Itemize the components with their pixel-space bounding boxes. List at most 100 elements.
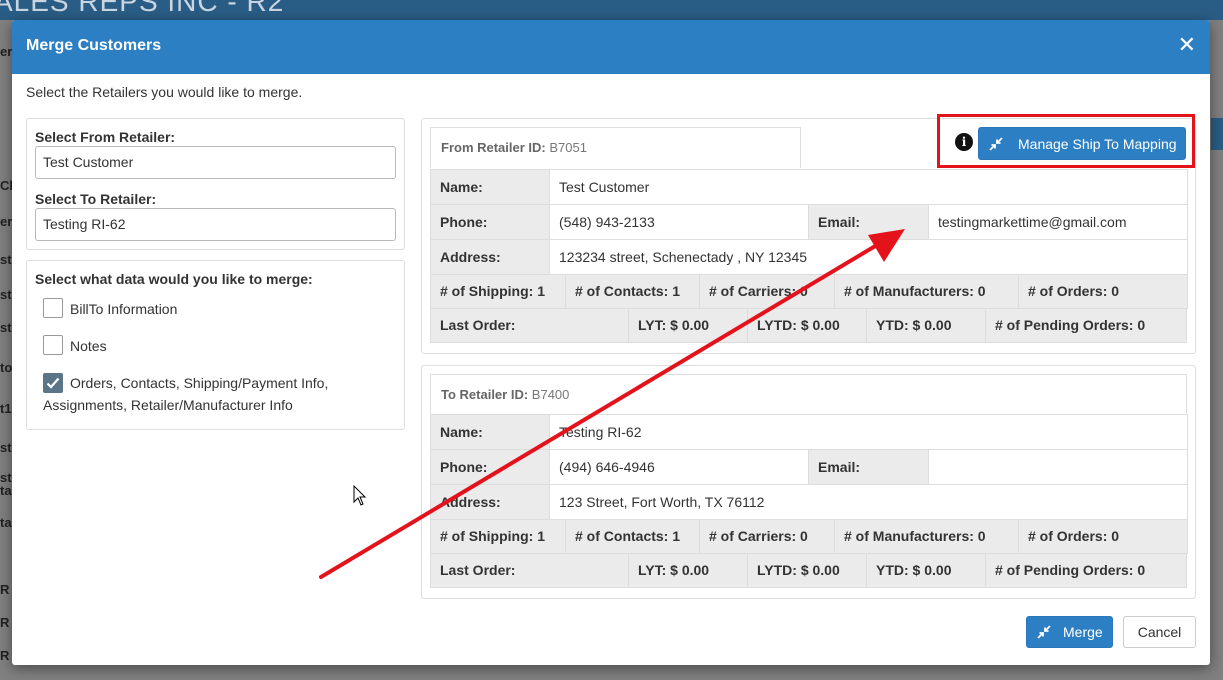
- option-notes[interactable]: Notes: [43, 335, 107, 357]
- billto-label: BillTo Information: [70, 301, 178, 317]
- from-retailer-input[interactable]: Test Customer: [35, 146, 396, 179]
- cancel-button[interactable]: Cancel: [1123, 616, 1196, 648]
- to-phone-row: Phone: (494) 646-4946 Email:: [430, 449, 1188, 485]
- from-phone-value: (548) 943-2133: [549, 204, 809, 240]
- from-pending-orders: # of Pending Orders: 0: [985, 308, 1187, 343]
- dialog-title: Merge Customers: [26, 37, 162, 54]
- email-label: Email:: [808, 204, 929, 240]
- background-fragment: t1: [0, 401, 12, 416]
- from-address-value: 123234 street, Schenectady , NY 12345: [548, 239, 1189, 275]
- background-fragment: st: [0, 287, 12, 302]
- from-sales-row: Last Order: LYT: $ 0.00 LYTD: $ 0.00 YTD…: [430, 308, 1187, 343]
- to-lyt: LYT: $ 0.00: [628, 553, 748, 588]
- merge-button-label: Merge: [1063, 624, 1103, 640]
- orders-label: Orders, Contacts, Shipping/Payment Info,…: [43, 375, 329, 413]
- retailer-select-panel: Select From Retailer: Test Customer Sele…: [26, 118, 405, 250]
- from-lyt: LYT: $ 0.00: [628, 308, 748, 343]
- from-retailer-label: Select From Retailer:: [35, 129, 176, 145]
- to-email-value: [928, 449, 1188, 485]
- background-fragment: st: [0, 320, 12, 335]
- from-ytd: YTD: $ 0.00: [866, 308, 986, 343]
- to-last-order: Last Order:: [430, 553, 629, 588]
- background-fragment: st: [0, 440, 12, 455]
- from-retailer-id-label: From Retailer ID:: [441, 140, 546, 155]
- from-shipping-count: # of Shipping: 1: [430, 274, 566, 309]
- to-retailer-id: To Retailer ID: B7400: [430, 374, 1187, 415]
- to-stats-row: # of Shipping: 1 # of Contacts: 1 # of C…: [430, 519, 1188, 554]
- from-manufacturers-count: # of Manufacturers: 0: [834, 274, 1019, 309]
- from-name-row: Name: Test Customer: [430, 169, 1189, 205]
- from-contacts-count: # of Contacts: 1: [565, 274, 700, 309]
- merge-options-panel: Select what data would you like to merge…: [26, 260, 405, 430]
- merge-arrows-icon: [1037, 625, 1051, 639]
- from-stats-row: # of Shipping: 1 # of Contacts: 1 # of C…: [430, 274, 1188, 309]
- email-label: Email:: [808, 449, 929, 485]
- to-retailer-input[interactable]: Testing RI-62: [35, 208, 396, 241]
- to-manufacturers-count: # of Manufacturers: 0: [834, 519, 1019, 554]
- billto-checkbox[interactable]: [43, 298, 63, 318]
- to-address-value: 123 Street, Fort Worth, TX 76112: [549, 484, 1188, 520]
- name-label: Name:: [430, 414, 550, 450]
- info-icon[interactable]: i: [955, 133, 973, 151]
- orders-checkbox[interactable]: [43, 373, 63, 393]
- to-shipping-count: # of Shipping: 1: [430, 519, 566, 554]
- from-address-row: Address: 123234 street, Schenectady , NY…: [430, 239, 1189, 275]
- manage-ship-to-mapping-label: Manage Ship To Mapping: [1018, 135, 1177, 152]
- background-right-bar: [1211, 118, 1223, 150]
- to-phone-value: (494) 646-4946: [549, 449, 809, 485]
- from-lytd: LYTD: $ 0.00: [747, 308, 867, 343]
- dialog-instructions: Select the Retailers you would like to m…: [26, 84, 303, 100]
- to-lytd: LYTD: $ 0.00: [747, 553, 867, 588]
- background-fragment: ta: [0, 483, 12, 498]
- background-app-title: ALES REPS INC - R2: [0, 0, 285, 17]
- close-icon[interactable]: ✕: [1178, 34, 1196, 56]
- merge-options-label: Select what data would you like to merge…: [35, 271, 313, 287]
- background-fragment: st: [0, 252, 12, 267]
- to-retailer-label: Select To Retailer:: [35, 191, 157, 207]
- from-retailer-id: From Retailer ID: B7051: [430, 127, 801, 168]
- phone-label: Phone:: [430, 449, 550, 485]
- notes-label: Notes: [70, 338, 107, 354]
- background-fragment: er: [0, 214, 13, 229]
- background-app-header: ALES REPS INC - R2: [0, 0, 1223, 20]
- to-orders-count: # of Orders: 0: [1018, 519, 1188, 554]
- from-email-value: testingmarkettime@gmail.com: [927, 204, 1189, 240]
- to-contacts-count: # of Contacts: 1: [565, 519, 700, 554]
- to-carriers-count: # of Carriers: 0: [699, 519, 835, 554]
- background-fragment: R: [0, 648, 10, 663]
- background-fragment: R: [0, 582, 10, 597]
- to-ytd: YTD: $ 0.00: [866, 553, 986, 588]
- merge-customers-dialog: Merge Customers ✕ Select the Retailers y…: [12, 20, 1210, 665]
- from-phone-row: Phone: (548) 943-2133 Email: testingmark…: [430, 204, 1189, 240]
- background-fragment: R: [0, 615, 10, 630]
- to-retailer-details: Name: Testing RI-62 Phone: (494) 646-494…: [430, 414, 1188, 520]
- manage-ship-to-mapping-button[interactable]: Manage Ship To Mapping: [978, 127, 1186, 160]
- notes-checkbox[interactable]: [43, 335, 63, 355]
- to-pending-orders: # of Pending Orders: 0: [985, 553, 1187, 588]
- option-billto[interactable]: BillTo Information: [43, 298, 177, 320]
- dialog-header: Merge Customers ✕: [12, 20, 1210, 74]
- phone-label: Phone:: [430, 204, 550, 240]
- from-last-order: Last Order:: [430, 308, 629, 343]
- mouse-cursor-icon: [353, 485, 367, 506]
- from-retailer-id-value: B7051: [549, 140, 587, 155]
- to-sales-row: Last Order: LYT: $ 0.00 LYTD: $ 0.00 YTD…: [430, 553, 1187, 588]
- merge-button[interactable]: Merge: [1026, 616, 1113, 648]
- to-retailer-id-label: To Retailer ID:: [441, 387, 529, 402]
- background-fragment: ta: [0, 515, 12, 530]
- to-address-row: Address: 123 Street, Fort Worth, TX 7611…: [430, 484, 1188, 520]
- to-name-value: Testing RI-62: [549, 414, 1188, 450]
- option-orders-contacts[interactable]: Orders, Contacts, Shipping/Payment Info,…: [43, 372, 383, 416]
- background-fragment: er: [0, 44, 13, 59]
- name-label: Name:: [430, 169, 550, 205]
- to-name-row: Name: Testing RI-62: [430, 414, 1188, 450]
- checkmark-icon: [46, 377, 60, 389]
- from-name-value: Test Customer: [548, 169, 1189, 205]
- to-retailer-card: To Retailer ID: B7400 Name: Testing RI-6…: [421, 365, 1196, 599]
- merge-arrows-icon: [989, 136, 1003, 151]
- address-label: Address:: [430, 239, 550, 275]
- to-retailer-id-value: B7400: [531, 387, 570, 402]
- from-retailer-details: Name: Test Customer Phone: (548) 943-213…: [430, 169, 1189, 275]
- address-label: Address:: [430, 484, 550, 520]
- background-fragment: to: [0, 360, 13, 375]
